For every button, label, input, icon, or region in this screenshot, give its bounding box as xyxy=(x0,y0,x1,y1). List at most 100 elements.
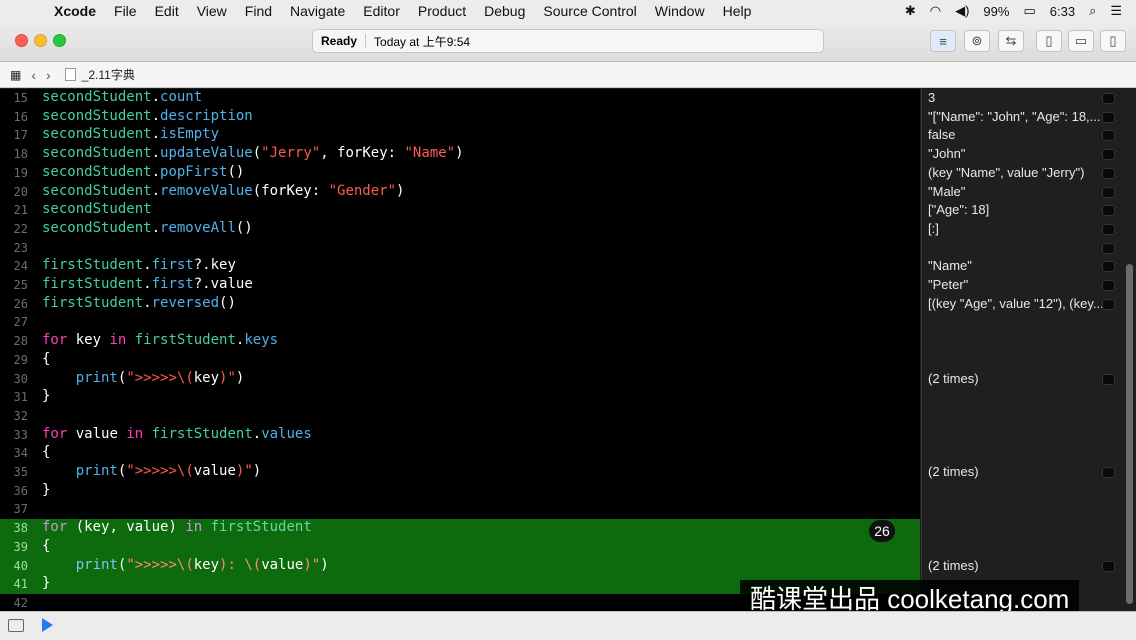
result-value: (2 times) xyxy=(928,370,979,386)
status-divider xyxy=(365,34,367,48)
code-text: { xyxy=(42,537,51,554)
menu-edit[interactable]: Edit xyxy=(155,3,179,19)
code-line[interactable]: 29 { xyxy=(0,351,920,370)
run-playground-icon[interactable] xyxy=(42,618,53,632)
status-time-label: Today at 上午9:54 xyxy=(374,34,471,49)
result-value: "Male" xyxy=(928,183,966,199)
code-line[interactable]: 38 for (key, value) in firstStudent xyxy=(0,519,920,539)
line-badge: 26 xyxy=(869,520,895,543)
menu-editor[interactable]: Editor xyxy=(363,3,400,19)
menu-find[interactable]: Find xyxy=(245,3,272,19)
quick-look-button[interactable] xyxy=(1102,280,1115,291)
line-number: 21 xyxy=(13,203,28,218)
version-editor-icon[interactable]: ⇆ xyxy=(998,30,1024,52)
menu-source-control[interactable]: Source Control xyxy=(543,3,636,19)
quick-look-button[interactable] xyxy=(1102,111,1115,123)
quick-look-button[interactable] xyxy=(1102,223,1115,235)
result-value: [(key "Age", value "12"), (key... xyxy=(928,295,1104,311)
close-window-button[interactable] xyxy=(15,34,28,47)
quick-look-button[interactable] xyxy=(1102,205,1115,217)
code-editor[interactable]: 15 secondStudent.count 16 secondStudent.des… xyxy=(0,89,920,611)
quick-look-button[interactable] xyxy=(1102,130,1115,142)
clock[interactable]: 6:33 xyxy=(1050,4,1075,19)
quick-look-button[interactable] xyxy=(1102,186,1115,198)
quick-look-button[interactable] xyxy=(1102,298,1115,310)
code-text: print(">>>>>\(key)") xyxy=(75,369,245,386)
menu-file[interactable]: File xyxy=(114,3,137,19)
quick-look-button[interactable] xyxy=(1102,560,1115,572)
code-line[interactable]: 17 secondStudent.isEmpty xyxy=(0,126,920,145)
quick-look-button[interactable] xyxy=(1102,242,1115,254)
utilities-toggle-icon[interactable]: ▯ xyxy=(1100,30,1126,52)
menu-debug[interactable]: Debug xyxy=(484,3,525,19)
line-number: 19 xyxy=(13,165,28,180)
line-number: 24 xyxy=(13,259,28,274)
line-number: 28 xyxy=(13,334,28,349)
navigator-toggle-icon[interactable]: ▯ xyxy=(1036,30,1062,52)
code-text: firstStudent.first?.key xyxy=(42,257,236,274)
line-number: 39 xyxy=(13,539,28,554)
menu-window[interactable]: Window xyxy=(655,3,705,19)
related-items-icon[interactable]: ▦ xyxy=(10,68,21,82)
volume-icon[interactable]: ◀) xyxy=(955,3,969,19)
back-arrow-icon[interactable]: ‹ xyxy=(31,67,36,83)
code-line[interactable]: 24 firstStudent.first?.key xyxy=(0,257,920,276)
code-line[interactable]: 26 firstStudent.reversed() xyxy=(0,295,920,314)
hide-debug-area-icon[interactable] xyxy=(8,619,24,632)
breadcrumb-file[interactable]: _2.11字典 xyxy=(82,66,135,83)
code-line[interactable]: 40 print(">>>>>\(key): \(value)") xyxy=(0,556,920,576)
line-number: 33 xyxy=(13,427,28,442)
code-line[interactable]: 25 firstStudent.first?.value xyxy=(0,276,920,295)
code-line[interactable]: 30 print(">>>>>\(key)") xyxy=(0,370,920,389)
code-line[interactable]: 28 for key in firstStudent.keys xyxy=(0,332,920,351)
results-scrollbar[interactable] xyxy=(1126,264,1133,604)
line-number: 17 xyxy=(13,128,28,143)
quick-look-button[interactable] xyxy=(1102,261,1115,273)
zoom-window-button[interactable] xyxy=(53,34,66,47)
line-number: 18 xyxy=(13,147,28,162)
code-line[interactable]: 22 secondStudent.removeAll() xyxy=(0,220,920,239)
menu-xcode[interactable]: Xcode xyxy=(54,3,96,19)
menu-navigate[interactable]: Navigate xyxy=(290,3,345,19)
watermark: 酷课堂出品 coolketang.com xyxy=(740,580,1080,614)
code-line[interactable]: 36} xyxy=(0,482,920,501)
quick-look-button[interactable] xyxy=(1102,373,1115,385)
quick-look-button[interactable] xyxy=(1102,149,1115,161)
forward-arrow-icon[interactable]: › xyxy=(46,67,51,83)
spotlight-search-icon[interactable]: ⌕ xyxy=(1089,3,1096,19)
menu-help[interactable]: Help xyxy=(723,3,752,19)
assistant-editor-icon[interactable]: ⊚ xyxy=(964,30,990,52)
debug-area-toggle-icon[interactable]: ▭ xyxy=(1068,30,1094,52)
menu-view[interactable]: View xyxy=(197,3,227,19)
code-text: secondStudent.removeAll() xyxy=(42,219,253,236)
code-line[interactable]: 34 { xyxy=(0,444,920,463)
quick-look-button[interactable] xyxy=(1102,167,1115,179)
code-line[interactable]: 15 secondStudent.count xyxy=(0,89,920,108)
code-line[interactable]: 27 xyxy=(0,313,920,332)
quick-look-button[interactable] xyxy=(1102,93,1115,104)
bluetooth-icon[interactable]: ✱ xyxy=(905,3,916,19)
code-line[interactable]: 31} xyxy=(0,388,920,407)
code-line[interactable]: 16 secondStudent.description xyxy=(0,108,920,127)
code-line[interactable]: 39 { xyxy=(0,537,920,557)
result-value: "John" xyxy=(928,146,966,162)
code-line[interactable]: 37 xyxy=(0,500,920,519)
code-line[interactable]: 23 xyxy=(0,239,920,258)
battery-icon[interactable]: ▭ xyxy=(1023,3,1035,19)
menu-product[interactable]: Product xyxy=(418,3,466,19)
line-number: 42 xyxy=(13,595,28,610)
code-line[interactable]: 20 secondStudent.removeValue(forKey: "Gen… xyxy=(0,183,920,202)
standard-editor-icon[interactable]: ≡ xyxy=(930,30,956,52)
minimize-window-button[interactable] xyxy=(34,34,47,47)
wifi-icon[interactable]: ◠ xyxy=(930,3,941,19)
code-text: { xyxy=(42,350,51,367)
notification-center-icon[interactable]: ☰ xyxy=(1110,3,1122,19)
code-line[interactable]: 19 secondStudent.popFirst() xyxy=(0,164,920,183)
code-line[interactable]: 18 secondStudent.updateValue("Jerry", for… xyxy=(0,145,920,164)
code-line[interactable]: 33 for value in firstStudent.values xyxy=(0,426,920,445)
quick-look-button[interactable] xyxy=(1102,467,1115,478)
code-line[interactable]: 21 secondStudent xyxy=(0,201,920,220)
result-value: ["Age": 18] xyxy=(928,202,990,218)
code-line[interactable]: 32 xyxy=(0,407,920,426)
code-line[interactable]: 35 print(">>>>>\(value)") xyxy=(0,463,920,482)
